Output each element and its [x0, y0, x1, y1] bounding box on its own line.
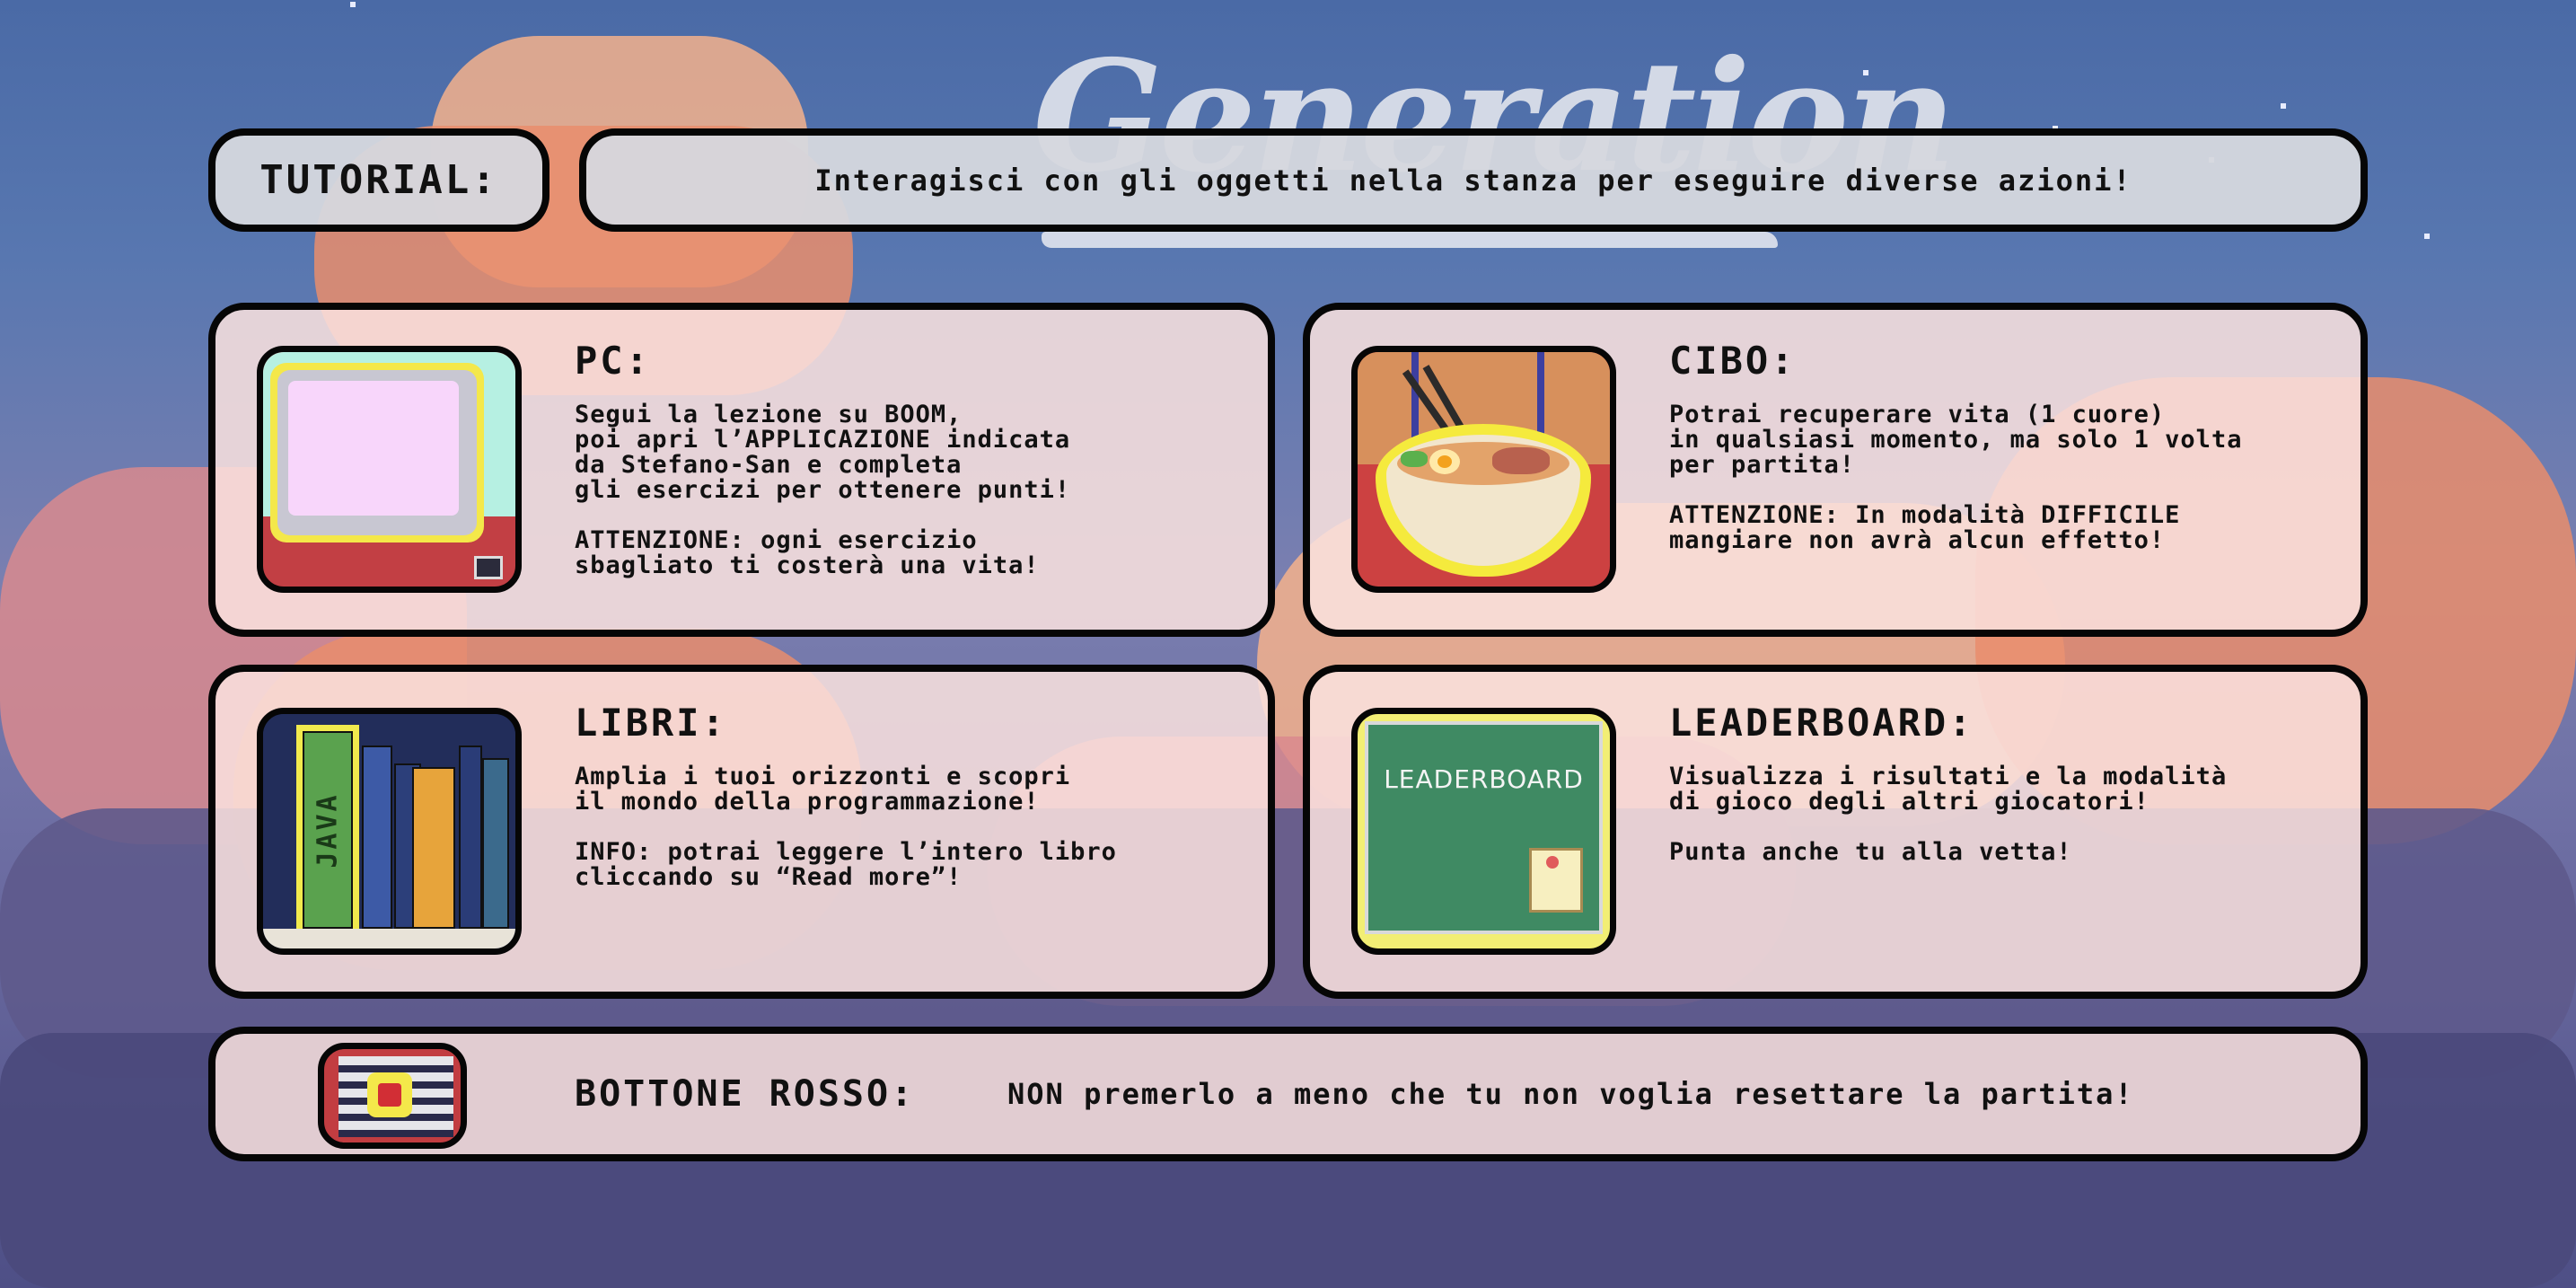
- libri-card-line: il mondo della programmazione!: [575, 788, 1040, 816]
- leaderboard-card-title: LEADERBOARD:: [1669, 701, 1974, 745]
- pc-card-warning: sbagliato ti costerà una vita!: [575, 551, 1040, 579]
- cibo-card-line: in qualsiasi momento, ma solo 1 volta: [1669, 426, 2243, 454]
- leaderboard-chalkboard: LEADERBOARD: [1365, 721, 1603, 934]
- pc-card-line: da Stefano-San e completa: [575, 451, 963, 479]
- leaderboard-card-body: LEADERBOARD: Visualizza i risultati e la…: [1669, 701, 2343, 865]
- libri-card-title: LIBRI:: [575, 701, 727, 745]
- cibo-card-warning: mangiare non avrà alcun effetto!: [1669, 526, 2166, 554]
- red-button-title: BOTTONE ROSSO:: [575, 1073, 916, 1115]
- ramen-bowl-icon: [1351, 346, 1616, 593]
- leaderboard-card: LEADERBOARD LEADERBOARD: Visualizza i ri…: [1303, 665, 2368, 999]
- red-button-text: NON premerlo a meno che tu non voglia re…: [1007, 1077, 2134, 1111]
- leaderboard-card-line: di gioco degli altri giocatori!: [1669, 788, 2150, 816]
- cibo-card: CIBO: Potrai recuperare vita (1 cuore) i…: [1303, 303, 2368, 637]
- logo-brush-stroke: [1042, 232, 1778, 248]
- libri-card-info: INFO: potrai leggere l’intero libro: [575, 838, 1117, 866]
- tutorial-text: Interagisci con gli oggetti nella stanza…: [579, 128, 2368, 232]
- leaderboard-card-line: Visualizza i risultati e la modalità: [1669, 763, 2228, 790]
- pc-card-body: PC: Segui la lezione su BOOM, poi apri l…: [575, 339, 1250, 578]
- pc-card: PC: Segui la lezione su BOOM, poi apri l…: [208, 303, 1275, 637]
- java-book-label: JAVA: [312, 791, 344, 869]
- pc-card-line: Segui la lezione su BOOM,: [575, 401, 963, 428]
- cibo-card-warning: ATTENZIONE: In modalità DIFFICILE: [1669, 501, 2181, 529]
- leaderboard-board-label: LEADERBOARD: [1384, 764, 1584, 794]
- leaderboard-card-line: Punta anche tu alla vetta!: [1669, 838, 2072, 866]
- pc-monitor-icon: [257, 346, 522, 593]
- red-button-card: BOTTONE ROSSO: NON premerlo a meno che t…: [208, 1027, 2368, 1161]
- pinned-note-icon: [1529, 848, 1583, 913]
- java-book-spine: JAVA: [303, 731, 353, 929]
- java-book-icon: JAVA: [257, 708, 522, 955]
- libri-card-info: cliccando su “Read more”!: [575, 863, 963, 891]
- cibo-card-body: CIBO: Potrai recuperare vita (1 cuore) i…: [1669, 339, 2343, 553]
- pc-card-warning: ATTENZIONE: ogni esercizio: [575, 526, 978, 554]
- cibo-card-line: per partita!: [1669, 451, 1856, 479]
- pc-card-line: poi apri l’APPLICAZIONE indicata: [575, 426, 1071, 454]
- red-button-icon: [318, 1043, 467, 1149]
- leaderboard-icon: LEADERBOARD: [1351, 708, 1616, 955]
- libri-card: JAVA LIBRI: Amplia i tuoi orizzonti e sc…: [208, 665, 1275, 999]
- cibo-card-title: CIBO:: [1669, 339, 1797, 383]
- libri-card-body: LIBRI: Amplia i tuoi orizzonti e scopri …: [575, 701, 1250, 890]
- libri-card-line: Amplia i tuoi orizzonti e scopri: [575, 763, 1071, 790]
- pc-card-line: gli esercizi per ottenere punti!: [575, 476, 1071, 504]
- cibo-card-line: Potrai recuperare vita (1 cuore): [1669, 401, 2166, 428]
- pc-card-title: PC:: [575, 339, 651, 383]
- tutorial-label: TUTORIAL:: [208, 128, 549, 232]
